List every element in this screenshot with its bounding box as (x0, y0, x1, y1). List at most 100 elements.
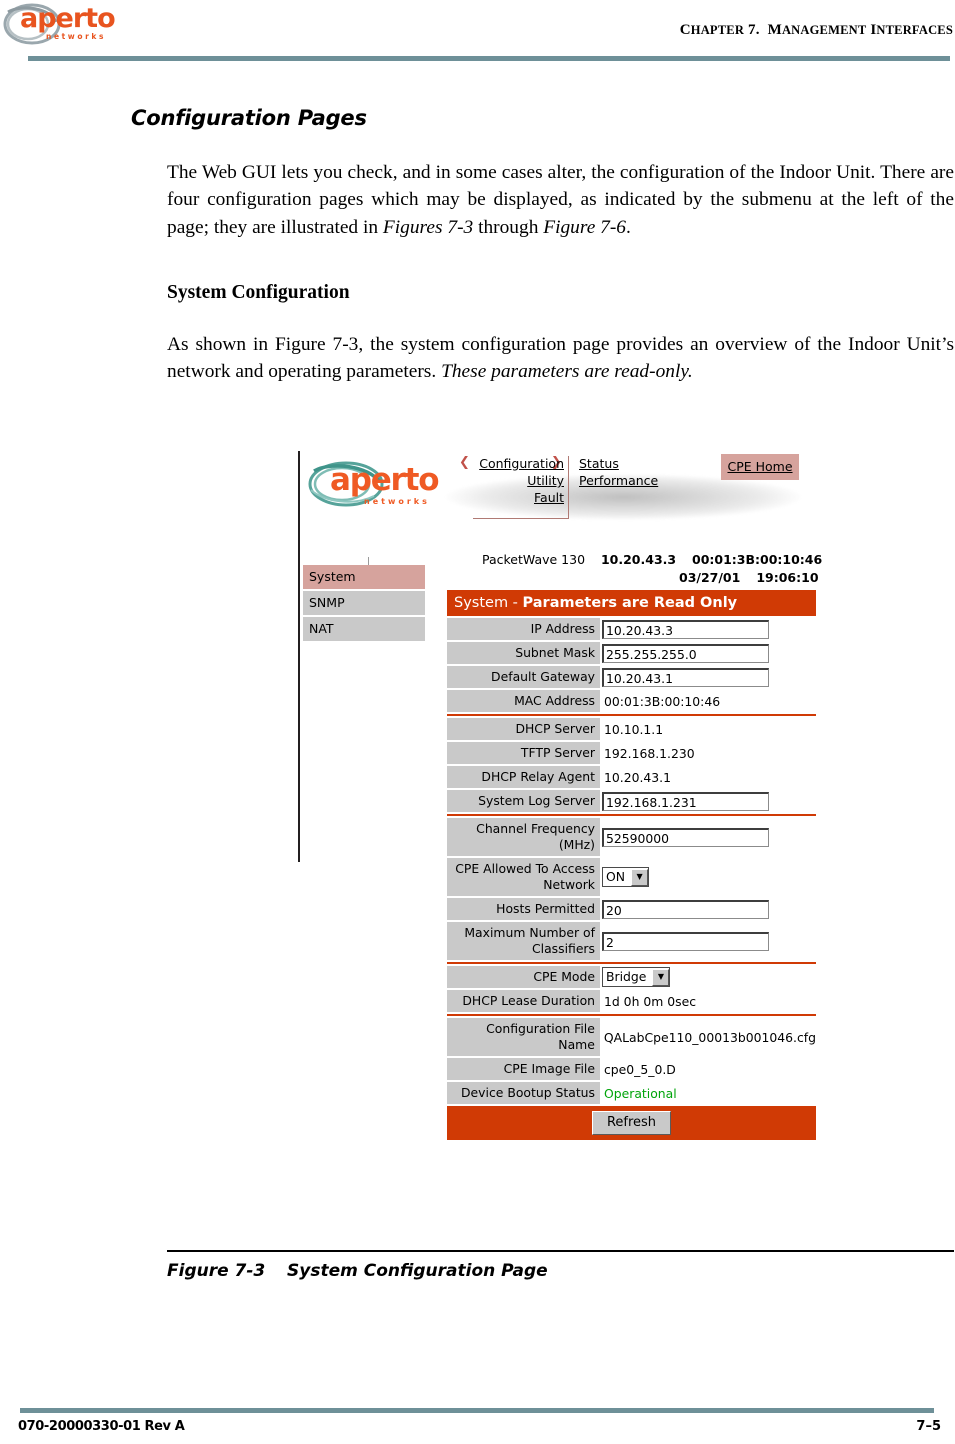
value-maximum-number-of-classifiers: 2 (600, 922, 816, 960)
default-gateway-field[interactable]: 10.20.43.1 (602, 667, 769, 687)
value-tftp-server: 192.168.1.230 (604, 745, 695, 761)
param-row-cpe-allowed-to-access-network: CPE Allowed To Access Network ON ▼ (447, 858, 816, 896)
footer-page-number: 7–5 (916, 1419, 941, 1434)
chapter-c: C (679, 22, 691, 38)
status-badge: Operational (604, 1085, 677, 1101)
label-default-gateway: Default Gateway (447, 666, 600, 688)
label-ip-address: IP Address (447, 618, 600, 640)
group-separator-4 (447, 1014, 816, 1016)
param-row-ip-address: IP Address 10.20.43.3 (447, 618, 816, 640)
label-dhcp-lease-duration: DHCP Lease Duration (447, 990, 600, 1012)
sidebar-item-snmp[interactable]: SNMP (303, 591, 425, 615)
readonly-note: These parameters are read-only. (441, 361, 693, 383)
nav-item-fault[interactable]: Fault (534, 489, 564, 506)
label-dhcp-relay-agent: DHCP Relay Agent (447, 766, 600, 788)
param-row-hosts-permitted: Hosts Permitted 20 (447, 898, 816, 920)
param-row-system-log-server: System Log Server 192.168.1.231 (447, 790, 816, 812)
intro-paragraph: The Web GUI lets you check, and in some … (167, 159, 954, 241)
logo-tagline: networks (46, 32, 107, 41)
panel-title-readonly: Parameters are Read Only (522, 595, 738, 611)
value-channel-frequency: 52590000 (600, 818, 816, 856)
footer-divider (20, 1408, 934, 1413)
label-tftp-server: TFTP Server (447, 742, 600, 764)
param-row-device-bootup-status: Device Bootup Status Operational (447, 1082, 816, 1104)
group-separator-2 (447, 814, 816, 816)
label-system-log-server: System Log Server (447, 790, 600, 812)
nav-vertical-divider (568, 456, 569, 518)
device-ip: 10.20.43.3 (600, 552, 677, 567)
label-cpe-mode: CPE Mode (447, 966, 600, 988)
panel-title-bar: System - Parameters are Read Only (447, 590, 816, 616)
label-channel-frequency: Channel Frequency (MHz) (447, 818, 600, 856)
cpe-home-button[interactable]: CPE Home (721, 454, 799, 480)
nav-item-performance[interactable]: Performance (579, 472, 658, 489)
value-system-log-server: 192.168.1.231 (600, 790, 816, 812)
cpe-mode-dropdown[interactable]: Bridge ▼ (602, 967, 671, 987)
chevron-down-icon[interactable]: ▼ (631, 868, 649, 886)
page-header: aperto networks CHAPTER 7. MANAGEMENT IN… (0, 0, 955, 61)
device-mac: 00:01:3B:00:10:46 (692, 552, 823, 567)
label-dhcp-server: DHCP Server (447, 718, 600, 740)
param-row-dhcp-server: DHCP Server 10.10.1.1 (447, 718, 816, 740)
gui-aperto-logo: aperto networks (306, 460, 454, 508)
section-paragraph: As shown in Figure 7-3, the system confi… (167, 331, 954, 386)
value-ip-address: 10.20.43.3 (600, 618, 816, 640)
channel-frequency-field[interactable]: 52590000 (602, 827, 769, 847)
label-cpe-image-file: CPE Image File (447, 1058, 600, 1080)
label-channel-frequency-line2: (MHz) (558, 837, 595, 852)
cpe-home-link[interactable]: CPE Home (727, 454, 792, 480)
panel-title-prefix: System - (454, 595, 523, 611)
hosts-permitted-field[interactable]: 20 (602, 899, 769, 919)
cpe-allowed-selected-value: ON (606, 869, 626, 884)
label-cpe-allowed-line1: CPE Allowed To Access (455, 861, 595, 876)
gui-sidebar: System SNMP NAT (303, 565, 425, 643)
sidebar-item-system[interactable]: System (303, 565, 425, 589)
label-maximum-number-of-classifiers: Maximum Number of Classifiers (447, 922, 600, 960)
figure-screenshot: aperto networks ❮ ❯ Configuration Utilit… (296, 449, 824, 1224)
figure-caption-number: Figure 7-3 (167, 1261, 266, 1281)
label-max-classifiers-line1: Maximum Number of (464, 925, 595, 940)
subnet-mask-field[interactable]: 255.255.255.0 (602, 643, 769, 663)
nav-horizontal-divider (473, 518, 569, 519)
label-mac-address: MAC Address (447, 690, 600, 712)
label-channel-frequency-line1: Channel Frequency (476, 821, 595, 836)
figure-ref-1: Figures 7-3 (382, 216, 474, 238)
device-datetime-line: 03/27/01 19:06:10 (679, 570, 819, 585)
value-dhcp-server: 10.10.1.1 (604, 721, 664, 737)
nav-item-utility[interactable]: Utility (527, 472, 564, 489)
refresh-button[interactable]: Refresh (591, 1111, 672, 1135)
chevron-down-icon[interactable]: ▼ (652, 968, 670, 986)
maximum-classifiers-field[interactable]: 2 (602, 931, 769, 951)
param-row-maximum-number-of-classifiers: Maximum Number of Classifiers 2 (447, 922, 816, 960)
sidebar-item-nat[interactable]: NAT (303, 617, 425, 641)
chapter-anagement: ANAGEMENT (781, 23, 867, 37)
nav-group-configuration: Configuration Utility Fault (456, 455, 564, 506)
label-device-bootup-status: Device Bootup Status (447, 1082, 600, 1104)
logo-wordmark: aperto (20, 3, 116, 34)
param-row-tftp-server: TFTP Server 192.168.1.230 (447, 742, 816, 764)
ip-address-field[interactable]: 10.20.43.3 (602, 619, 769, 639)
cpe-mode-selected-value: Bridge (606, 969, 647, 984)
nav-group-status: Status Performance (579, 455, 658, 489)
group-separator-1 (447, 714, 816, 716)
device-info-line: PacketWave 130 10.20.43.3 00:01:3B:00:10… (482, 552, 822, 567)
value-cpe-mode: Bridge ▼ (600, 966, 816, 988)
nav-item-configuration[interactable]: Configuration (479, 455, 564, 472)
value-hosts-permitted: 20 (600, 898, 816, 920)
label-cpe-allowed-line2: Network (543, 877, 595, 892)
label-hosts-permitted: Hosts Permitted (447, 898, 600, 920)
cpe-allowed-dropdown[interactable]: ON ▼ (602, 867, 650, 887)
value-default-gateway: 10.20.43.1 (600, 666, 816, 688)
page-title: Configuration Pages (131, 106, 367, 130)
nav-item-status[interactable]: Status (579, 455, 619, 472)
intro-paragraph-text-2: through (473, 216, 544, 238)
label-configuration-file-name: Configuration File Name (447, 1018, 600, 1056)
figure-caption-text: System Configuration Page (287, 1261, 548, 1281)
value-dhcp-lease-duration: 1d 0h 0m 0sec (604, 993, 697, 1009)
label-config-file-line2: Name (558, 1037, 595, 1052)
label-config-file-line1: Configuration File (486, 1021, 595, 1036)
param-row-dhcp-relay-agent: DHCP Relay Agent 10.20.43.1 (447, 766, 816, 788)
chapter-nterfaces: NTERFACES (876, 23, 953, 37)
system-log-server-field[interactable]: 192.168.1.231 (602, 791, 769, 811)
label-max-classifiers-line2: Classifiers (531, 941, 595, 956)
